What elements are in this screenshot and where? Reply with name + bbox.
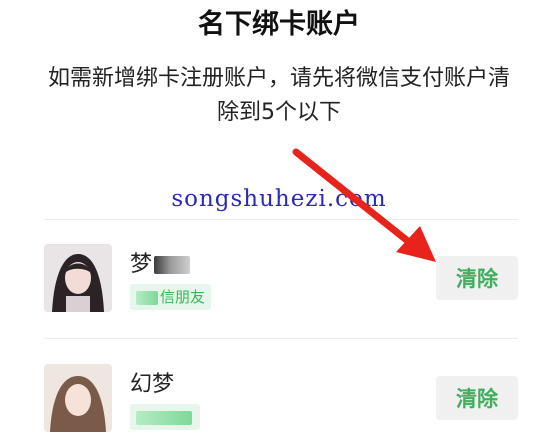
friend-tag: 信朋友 (130, 284, 212, 310)
divider (44, 219, 518, 220)
account-name: 梦 (130, 246, 191, 277)
avatar (44, 244, 112, 312)
account-row: 幻梦 清除 (44, 364, 518, 444)
clear-button[interactable]: 清除 (436, 376, 518, 420)
account-row: 梦 信朋友 清除 (44, 244, 518, 324)
divider (44, 338, 518, 339)
watermark-text: songshuhezi.com (171, 186, 387, 212)
avatar (44, 364, 112, 432)
page-description: 如需新增绑卡注册账户，请先将微信支付账户清除到5个以下 (47, 66, 510, 125)
redacted-mask (136, 290, 158, 305)
redacted-mask (136, 410, 192, 425)
redacted-mask (154, 256, 191, 274)
page-title: 名下绑卡账户 (198, 9, 360, 40)
account-name: 幻梦 (130, 372, 175, 397)
friend-tag (130, 404, 200, 430)
clear-button[interactable]: 清除 (436, 256, 518, 300)
